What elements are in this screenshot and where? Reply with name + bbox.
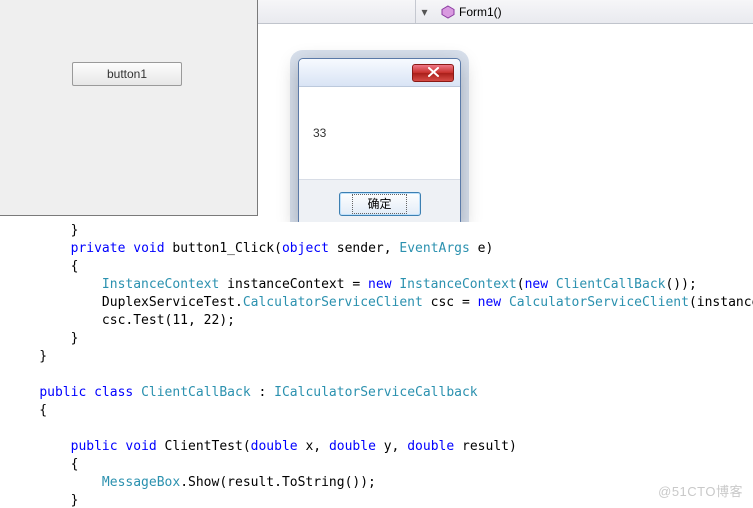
button1-label: button1 — [107, 67, 147, 81]
message-box-text: 33 — [313, 126, 326, 140]
message-box-button-row: 确定 — [299, 179, 460, 227]
close-button[interactable] — [412, 64, 454, 82]
chevron-down-icon: ▾ — [421, 5, 427, 19]
message-box-dialog: 33 确定 — [298, 58, 461, 226]
ok-button[interactable]: 确定 — [339, 192, 421, 216]
nav-split-dropdown[interactable]: ▾ — [415, 0, 433, 23]
code-text: } private void button1_Click(object send… — [0, 222, 753, 508]
button1-control[interactable]: button1 — [72, 62, 182, 86]
message-box-body: 33 — [299, 87, 460, 179]
code-editor[interactable]: } private void button1_Click(object send… — [0, 222, 753, 508]
ok-button-label: 确定 — [352, 194, 406, 214]
form-designer-surface[interactable]: button1 — [0, 0, 258, 216]
method-icon — [441, 5, 455, 19]
watermark-text: @51CTO博客 — [658, 481, 743, 500]
scope-label: Form1() — [459, 5, 502, 19]
message-box-titlebar[interactable] — [299, 59, 460, 87]
member-scope-dropdown[interactable]: Form1() — [433, 0, 753, 23]
close-icon — [428, 66, 439, 80]
